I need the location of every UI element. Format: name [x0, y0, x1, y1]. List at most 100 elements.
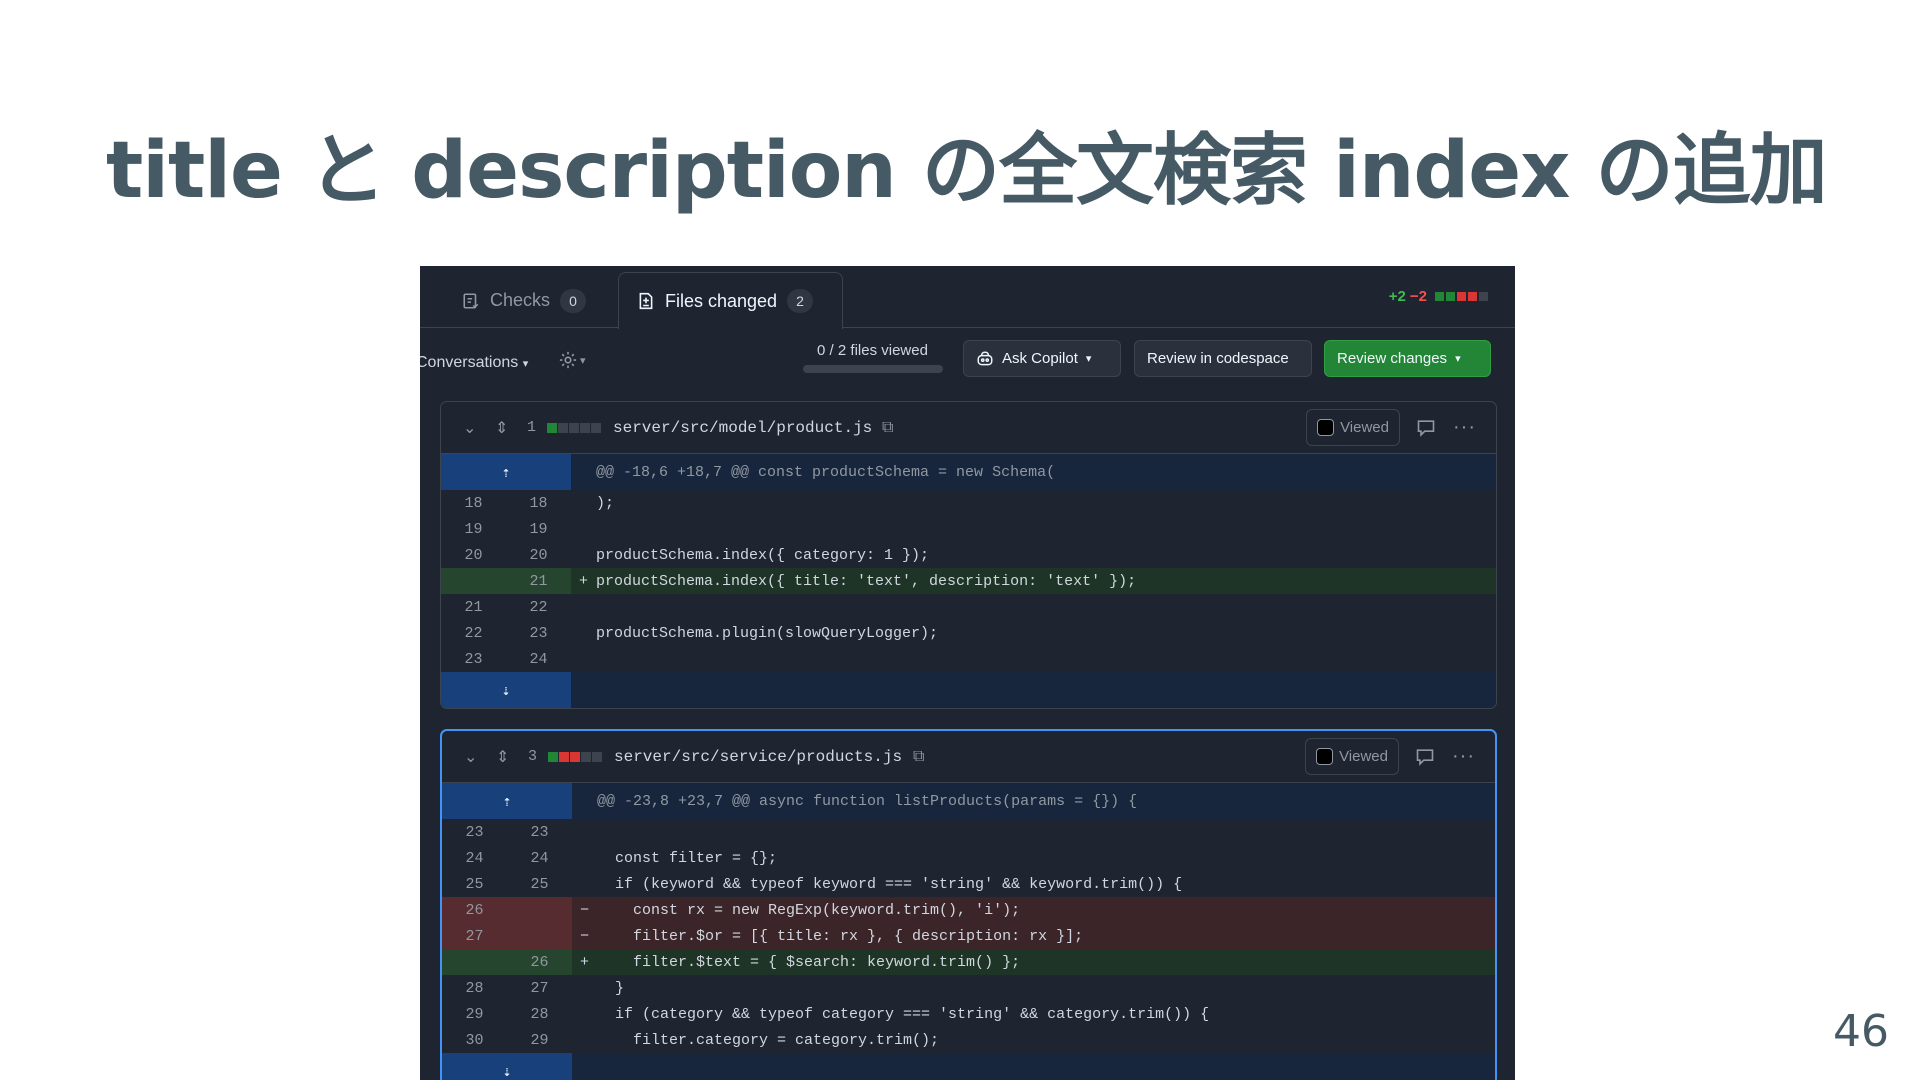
old-line-number[interactable]: 27	[442, 923, 507, 949]
old-line-number[interactable]: 29	[442, 1001, 507, 1027]
tab-files-changed-count: 2	[787, 289, 814, 313]
new-line-number[interactable]: 22	[506, 594, 571, 620]
diff-line: 19 19	[441, 516, 1496, 542]
old-line-number[interactable]: 19	[441, 516, 506, 542]
caret-down-icon: ▾	[1455, 353, 1461, 365]
ask-copilot-button[interactable]: Ask Copilot ▾	[963, 340, 1121, 377]
files-toolbar: Conversations ▾ ▾ 0 / 2 files viewed Ask…	[420, 328, 1515, 400]
additions-count: +2	[1388, 288, 1406, 305]
hunk-header-row: ⇡ @@ -18,6 +18,7 @@ const productSchema …	[441, 454, 1496, 490]
expand-up-icon[interactable]: ⇡	[441, 454, 571, 490]
review-in-codespace-button[interactable]: Review in codespace	[1134, 340, 1312, 377]
code-line: filter.$text = { $search: keyword.trim()…	[597, 949, 1495, 975]
review-changes-button[interactable]: Review changes ▾	[1324, 340, 1491, 377]
code-line: if (category && typeof category === 'str…	[597, 1005, 1210, 1023]
expand-all-icon[interactable]: ⇕	[495, 418, 508, 438]
diff-line: 23 24	[441, 646, 1496, 672]
file-path[interactable]: server/src/model/product.js	[613, 419, 872, 437]
diffstat-block	[547, 422, 557, 433]
new-line-number[interactable]: 23	[506, 620, 571, 646]
more-options-icon[interactable]: ···	[1453, 416, 1476, 439]
chevron-down-icon[interactable]: ⌄	[464, 747, 477, 767]
old-line-number[interactable]: 30	[442, 1027, 507, 1053]
files-viewed-label: 0 / 2 files viewed	[817, 342, 928, 359]
page-number: 46	[1833, 1006, 1889, 1057]
new-line-number[interactable]: 26	[507, 949, 572, 975]
diffstat-block	[569, 422, 579, 433]
tab-files-changed[interactable]: Files changed 2	[618, 272, 843, 329]
viewed-checkbox[interactable]: Viewed	[1305, 738, 1399, 775]
tab-checks-count: 0	[560, 288, 587, 313]
old-line-number[interactable]: 23	[442, 819, 507, 845]
old-line-number[interactable]: 25	[442, 871, 507, 897]
slide-title: title と description の全文検索 index の追加	[106, 126, 1828, 216]
diffstat-block	[570, 751, 580, 762]
new-line-number[interactable]	[507, 923, 572, 949]
diffstat-block	[1468, 292, 1477, 301]
tab-files-changed-label: Files changed	[665, 290, 778, 311]
tab-checks[interactable]: Checks 0	[444, 272, 604, 329]
viewed-checkbox[interactable]: Viewed	[1306, 409, 1400, 446]
expand-all-icon[interactable]: ⇕	[496, 747, 509, 767]
diff-line: 23 23	[442, 819, 1495, 845]
old-line-number[interactable]: 20	[441, 542, 506, 568]
new-line-number[interactable]: 27	[507, 975, 572, 1001]
files-viewed-progress: 0 / 2 files viewed	[800, 342, 945, 373]
file-change-count: 3	[528, 748, 538, 765]
diffstat-block	[581, 751, 591, 762]
expand-down-icon[interactable]: ⇣	[441, 672, 571, 708]
review-in-codespace-label: Review in codespace	[1147, 350, 1289, 367]
file-path[interactable]: server/src/service/products.js	[614, 748, 902, 766]
new-line-number[interactable]: 21	[506, 568, 571, 594]
code-line	[596, 594, 1496, 620]
old-line-number[interactable]: 23	[441, 646, 506, 672]
code-line	[596, 646, 1496, 672]
new-line-number[interactable]: 23	[507, 819, 572, 845]
code-line	[597, 819, 1495, 845]
old-line-number[interactable]	[442, 949, 507, 975]
conversations-dropdown[interactable]: Conversations ▾	[420, 354, 528, 372]
code-line: productSchema.index({ category: 1 });	[596, 546, 930, 564]
new-line-number[interactable]: 24	[506, 646, 571, 672]
checklist-icon	[463, 292, 479, 309]
diff-file-header: ⌄ ⇕ 1 server/src/model/product.js ⧉ View…	[441, 402, 1496, 454]
gear-icon	[559, 351, 577, 369]
old-line-number[interactable]: 21	[441, 594, 506, 620]
new-line-number[interactable]: 20	[506, 542, 571, 568]
old-line-number[interactable]: 18	[441, 490, 506, 516]
new-line-number[interactable]: 28	[507, 1001, 572, 1027]
diff-line: 20 20 productSchema.index({ category: 1 …	[441, 542, 1496, 568]
comment-icon[interactable]	[1416, 418, 1436, 438]
old-line-number[interactable]: 24	[442, 845, 507, 871]
new-line-number[interactable]: 25	[507, 871, 572, 897]
new-line-number[interactable]: 24	[507, 845, 572, 871]
old-line-number[interactable]: 28	[442, 975, 507, 1001]
old-line-number[interactable]: 22	[441, 620, 506, 646]
file-diffstat-blocks	[547, 422, 601, 433]
expand-up-icon[interactable]: ⇡	[442, 783, 572, 819]
code-line: if (keyword && typeof keyword === 'strin…	[597, 875, 1183, 893]
chevron-down-icon[interactable]: ⌄	[463, 418, 476, 438]
new-line-number[interactable]: 19	[506, 516, 571, 542]
conversations-label: Conversations	[420, 354, 519, 371]
new-line-number[interactable]: 18	[506, 490, 571, 516]
old-line-number[interactable]: 26	[442, 897, 507, 923]
diff-settings-button[interactable]: ▾	[558, 350, 586, 370]
new-line-number[interactable]	[507, 897, 572, 923]
copy-icon[interactable]: ⧉	[913, 748, 924, 766]
code-line: productSchema.plugin(slowQueryLogger);	[596, 624, 939, 642]
plus-marker: +	[571, 568, 596, 594]
copy-icon[interactable]: ⧉	[882, 419, 893, 437]
review-changes-label: Review changes	[1337, 350, 1448, 367]
code-line: }	[597, 979, 625, 997]
new-line-number[interactable]: 29	[507, 1027, 572, 1053]
more-options-icon[interactable]: ···	[1452, 745, 1475, 768]
old-line-number[interactable]	[441, 568, 506, 594]
code-line: filter.$or = [{ title: rx }, { descripti…	[597, 923, 1495, 949]
expand-down-icon[interactable]: ⇣	[442, 1053, 572, 1080]
code-line: );	[596, 494, 615, 512]
comment-icon[interactable]	[1415, 747, 1435, 767]
tab-checks-label: Checks	[490, 290, 551, 310]
code-line	[596, 516, 1496, 542]
diffstat-block	[558, 422, 568, 433]
